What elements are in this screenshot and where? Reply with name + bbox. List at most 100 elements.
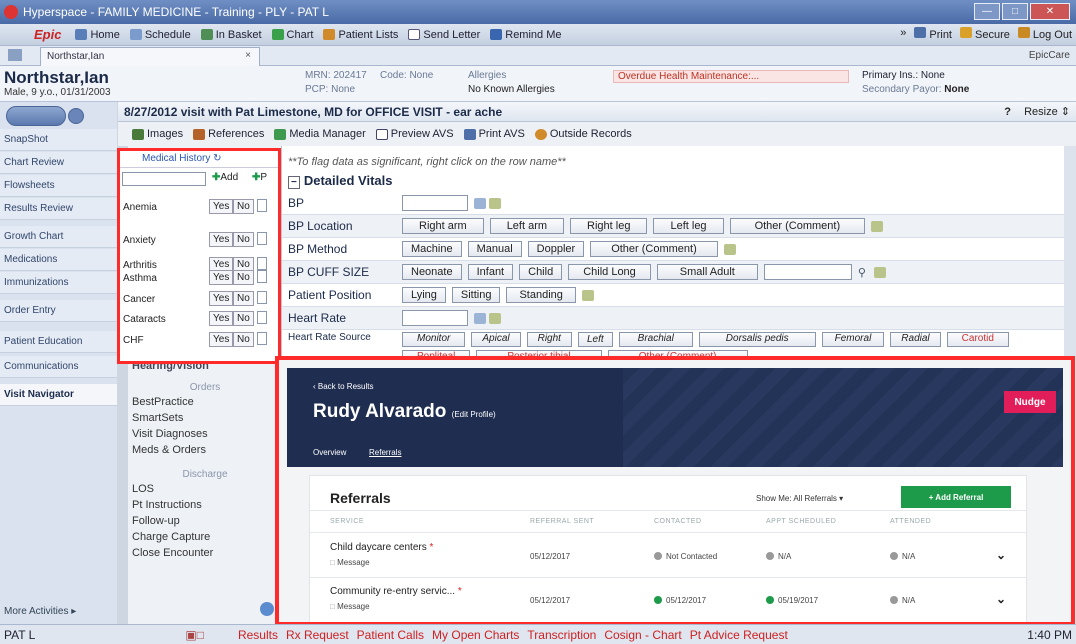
send-letter-button[interactable]: Send Letter bbox=[408, 29, 480, 41]
bp-input[interactable] bbox=[402, 195, 468, 211]
edit-profile-link[interactable]: (Edit Profile) bbox=[452, 410, 496, 419]
yes-button[interactable]: Yes bbox=[209, 199, 234, 214]
bp-method-other[interactable]: Other (Comment) bbox=[590, 241, 718, 257]
nav-communications[interactable]: Communications bbox=[0, 356, 117, 378]
refresh-arrow-icon[interactable]: ↻ bbox=[213, 153, 221, 164]
remind-me-button[interactable]: Remind Me bbox=[490, 29, 562, 41]
yes-button[interactable]: Yes bbox=[209, 232, 234, 247]
nav-flowsheets[interactable]: Flowsheets bbox=[0, 175, 117, 197]
no-button[interactable]: No bbox=[233, 332, 254, 347]
comment-icon[interactable] bbox=[581, 289, 594, 301]
minimize-button[interactable]: — bbox=[974, 3, 1000, 20]
position-lying[interactable]: Lying bbox=[402, 287, 446, 303]
home-tab-icon[interactable] bbox=[8, 49, 22, 61]
nudge-button[interactable]: Nudge bbox=[1004, 391, 1056, 413]
calculator-icon[interactable] bbox=[474, 312, 486, 324]
hr-source-left[interactable]: Left bbox=[577, 332, 613, 347]
comment-icon[interactable] bbox=[871, 220, 884, 232]
calculator-icon[interactable] bbox=[474, 197, 486, 209]
home-button[interactable]: Home bbox=[75, 29, 120, 41]
nav-order-entry[interactable]: Order Entry bbox=[0, 300, 117, 322]
media-manager-button[interactable]: Media Manager bbox=[274, 128, 366, 140]
forward-button[interactable] bbox=[68, 108, 84, 124]
bp-method-doppler[interactable]: Doppler bbox=[527, 241, 585, 257]
comment-icon[interactable] bbox=[489, 312, 501, 324]
yes-button[interactable]: Yes bbox=[209, 291, 234, 306]
in-basket-button[interactable]: In Basket bbox=[200, 29, 262, 41]
nav-follow-up[interactable]: Follow-up bbox=[132, 515, 180, 527]
note-icon[interactable] bbox=[257, 232, 267, 245]
images-button[interactable]: Images bbox=[132, 128, 183, 140]
bp-location-right-leg[interactable]: Right leg bbox=[570, 218, 648, 234]
nav-patient-education[interactable]: Patient Education bbox=[0, 331, 117, 353]
heart-rate-input[interactable] bbox=[402, 310, 468, 326]
status-link-patient-calls[interactable]: Patient Calls bbox=[357, 628, 424, 642]
secure-button[interactable]: Secure bbox=[960, 27, 1010, 41]
service-message[interactable]: □ Message bbox=[330, 602, 370, 611]
cuff-child-long[interactable]: Child Long bbox=[568, 264, 651, 280]
no-button[interactable]: No bbox=[233, 291, 254, 306]
pertinent-button[interactable]: ✚P bbox=[252, 172, 267, 183]
back-button[interactable] bbox=[6, 106, 66, 126]
tab-referrals[interactable]: Referrals bbox=[369, 448, 401, 457]
hr-source-femoral[interactable]: Femoral bbox=[821, 332, 885, 347]
log-out-button[interactable]: Log Out bbox=[1017, 27, 1072, 41]
hr-source-brachial[interactable]: Brachial bbox=[618, 332, 693, 347]
chart-button[interactable]: Chart bbox=[271, 29, 313, 41]
yes-button[interactable]: Yes bbox=[209, 270, 234, 285]
cuff-infant[interactable]: Infant bbox=[467, 264, 514, 280]
chevron-down-icon[interactable]: ⌄ bbox=[996, 592, 1006, 606]
no-button[interactable]: No bbox=[233, 232, 254, 247]
bp-method-manual[interactable]: Manual bbox=[467, 241, 522, 257]
table-row[interactable]: Community re-entry servic... * □ Message… bbox=[310, 578, 1026, 622]
nav-growth-chart[interactable]: Growth Chart bbox=[0, 226, 117, 248]
comment-icon[interactable] bbox=[723, 243, 736, 255]
status-link-rx-request[interactable]: Rx Request bbox=[286, 628, 349, 642]
nav-smartsets[interactable]: SmartSets bbox=[132, 412, 183, 424]
nav-los[interactable]: LOS bbox=[132, 483, 154, 495]
position-standing[interactable]: Standing bbox=[506, 287, 576, 303]
nav-medications[interactable]: Medications bbox=[0, 249, 117, 271]
note-icon[interactable] bbox=[257, 270, 267, 283]
no-button[interactable]: No bbox=[233, 270, 254, 285]
hr-source-carotid[interactable]: Carotid bbox=[946, 332, 1009, 347]
hr-source-right[interactable]: Right bbox=[526, 332, 572, 347]
resize-button[interactable]: Resize ⇕ bbox=[1024, 106, 1070, 118]
collapse-icon[interactable]: − bbox=[288, 176, 300, 189]
add-history-button[interactable]: ✚Add bbox=[212, 172, 238, 183]
nav-results-review[interactable]: Results Review bbox=[0, 198, 117, 220]
bp-location-other[interactable]: Other (Comment) bbox=[729, 218, 866, 234]
note-icon[interactable] bbox=[257, 291, 267, 304]
print-button[interactable]: Print bbox=[914, 27, 952, 41]
yes-button[interactable]: Yes bbox=[209, 332, 234, 347]
cuff-child[interactable]: Child bbox=[519, 264, 563, 280]
nav-visit-diagnoses[interactable]: Visit Diagnoses bbox=[132, 428, 208, 440]
bp-location-left-arm[interactable]: Left arm bbox=[489, 218, 565, 234]
no-button[interactable]: No bbox=[233, 311, 254, 326]
tab-overview[interactable]: Overview bbox=[313, 448, 346, 457]
epic-menu-button[interactable]: Epic bbox=[34, 27, 61, 42]
status-link-pt-advice-request[interactable]: Pt Advice Request bbox=[690, 628, 788, 642]
comment-icon[interactable] bbox=[489, 197, 501, 209]
print-avs-button[interactable]: Print AVS bbox=[463, 128, 525, 140]
more-activities-button[interactable]: More Activities ▸ bbox=[4, 606, 76, 617]
note-icon[interactable] bbox=[257, 332, 267, 345]
comment-icon[interactable] bbox=[873, 266, 886, 278]
status-link-transcription[interactable]: Transcription bbox=[527, 628, 596, 642]
cuff-neonate[interactable]: Neonate bbox=[402, 264, 462, 280]
show-me-filter[interactable]: Show Me: All Referrals ▾ bbox=[756, 494, 843, 503]
chevron-down-icon[interactable]: ⌄ bbox=[996, 548, 1006, 562]
back-to-results-link[interactable]: ‹ Back to Results bbox=[313, 382, 373, 391]
cuff-size-input[interactable] bbox=[763, 264, 852, 280]
preview-avs-button[interactable]: Preview AVS bbox=[375, 128, 454, 140]
table-row[interactable]: Child daycare centers * □ Message 05/12/… bbox=[310, 534, 1026, 578]
nav-bestpractice[interactable]: BestPractice bbox=[132, 396, 194, 408]
nav-snapshot[interactable]: SnapShot bbox=[0, 129, 117, 151]
hr-source-dorsalis-pedis[interactable]: Dorsalis pedis bbox=[698, 332, 816, 347]
service-message[interactable]: □ Message bbox=[330, 558, 370, 567]
refresh-icon[interactable] bbox=[260, 602, 274, 616]
medical-history-link[interactable]: Medical History ↻ bbox=[142, 153, 222, 164]
nav-close-encounter[interactable]: Close Encounter bbox=[132, 547, 213, 559]
patient-lists-button[interactable]: Patient Lists bbox=[323, 29, 398, 41]
status-link-results[interactable]: Results bbox=[238, 628, 278, 642]
